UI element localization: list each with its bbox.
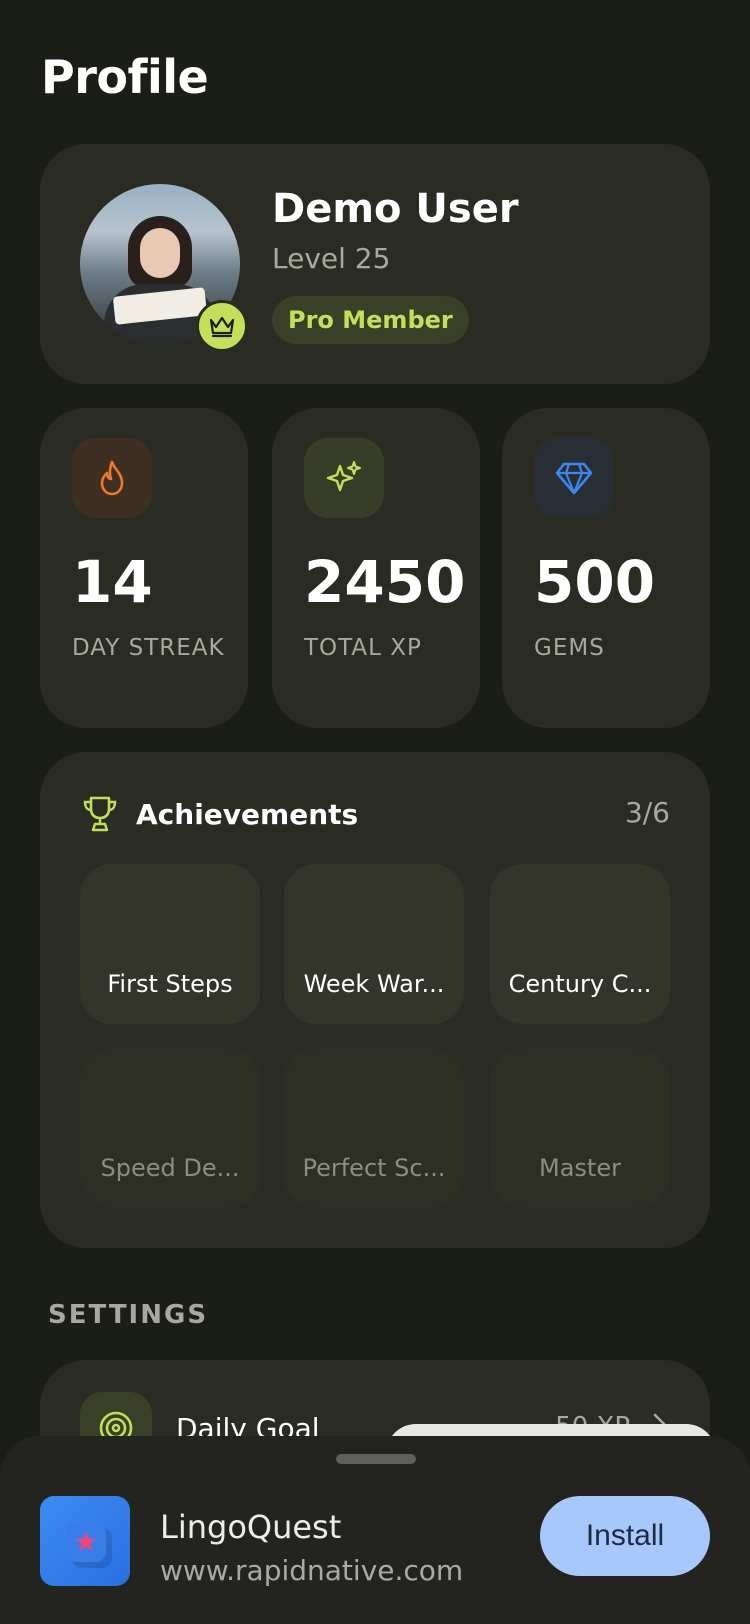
- stat-card-gems[interactable]: 500 GEMS: [502, 408, 710, 728]
- profile-card[interactable]: Demo User Level 25 Pro Member: [40, 144, 710, 384]
- stat-value: 14: [72, 548, 153, 616]
- achievements-card: Achievements 3/6 First Steps Week War...…: [40, 752, 710, 1248]
- achievement-label: Master: [539, 1154, 621, 1182]
- install-banner: LingoQuest www.rapidnative.com Install: [0, 1436, 750, 1624]
- install-button[interactable]: Install: [540, 1496, 710, 1576]
- page-title: Profile: [41, 50, 209, 104]
- stat-value: 2450: [304, 548, 466, 616]
- flame-icon: [72, 438, 152, 518]
- stat-card-xp[interactable]: 2450 TOTAL XP: [272, 408, 480, 728]
- star-icon: [76, 1532, 96, 1551]
- app-icon: [40, 1496, 130, 1586]
- achievements-title: Achievements: [136, 798, 359, 831]
- sheet-drag-handle[interactable]: [336, 1454, 416, 1464]
- app-name: LingoQuest: [160, 1508, 342, 1546]
- achievement-tile-locked[interactable]: Speed De...: [80, 1048, 260, 1208]
- achievement-label: First Steps: [107, 970, 233, 998]
- pro-member-badge: Pro Member: [272, 296, 469, 344]
- stat-value: 500: [534, 548, 656, 616]
- stat-label: TOTAL XP: [304, 635, 422, 661]
- achievement-tile-locked[interactable]: Perfect Sc...: [284, 1048, 464, 1208]
- stat-label: DAY STREAK: [72, 635, 225, 661]
- user-level: Level 25: [272, 242, 391, 275]
- achievement-tile[interactable]: Century C...: [490, 864, 670, 1024]
- achievement-label: Perfect Sc...: [302, 1154, 446, 1182]
- settings-heading: SETTINGS: [48, 1300, 209, 1330]
- achievement-tile[interactable]: First Steps: [80, 864, 260, 1024]
- achievement-label: Speed De...: [100, 1154, 240, 1182]
- gem-icon: [534, 438, 614, 518]
- user-name: Demo User: [272, 186, 519, 232]
- stat-label: GEMS: [534, 635, 605, 661]
- achievement-label: Week War...: [303, 970, 445, 998]
- trophy-icon: [80, 794, 120, 838]
- crown-icon: [196, 300, 248, 352]
- achievements-count: 3/6: [624, 796, 670, 829]
- stat-card-streak[interactable]: 14 DAY STREAK: [40, 408, 248, 728]
- achievement-label: Century C...: [508, 970, 652, 998]
- achievement-tile-locked[interactable]: Master: [490, 1048, 670, 1208]
- sparkle-icon: [304, 438, 384, 518]
- app-url: www.rapidnative.com: [160, 1554, 464, 1587]
- achievement-tile[interactable]: Week War...: [284, 864, 464, 1024]
